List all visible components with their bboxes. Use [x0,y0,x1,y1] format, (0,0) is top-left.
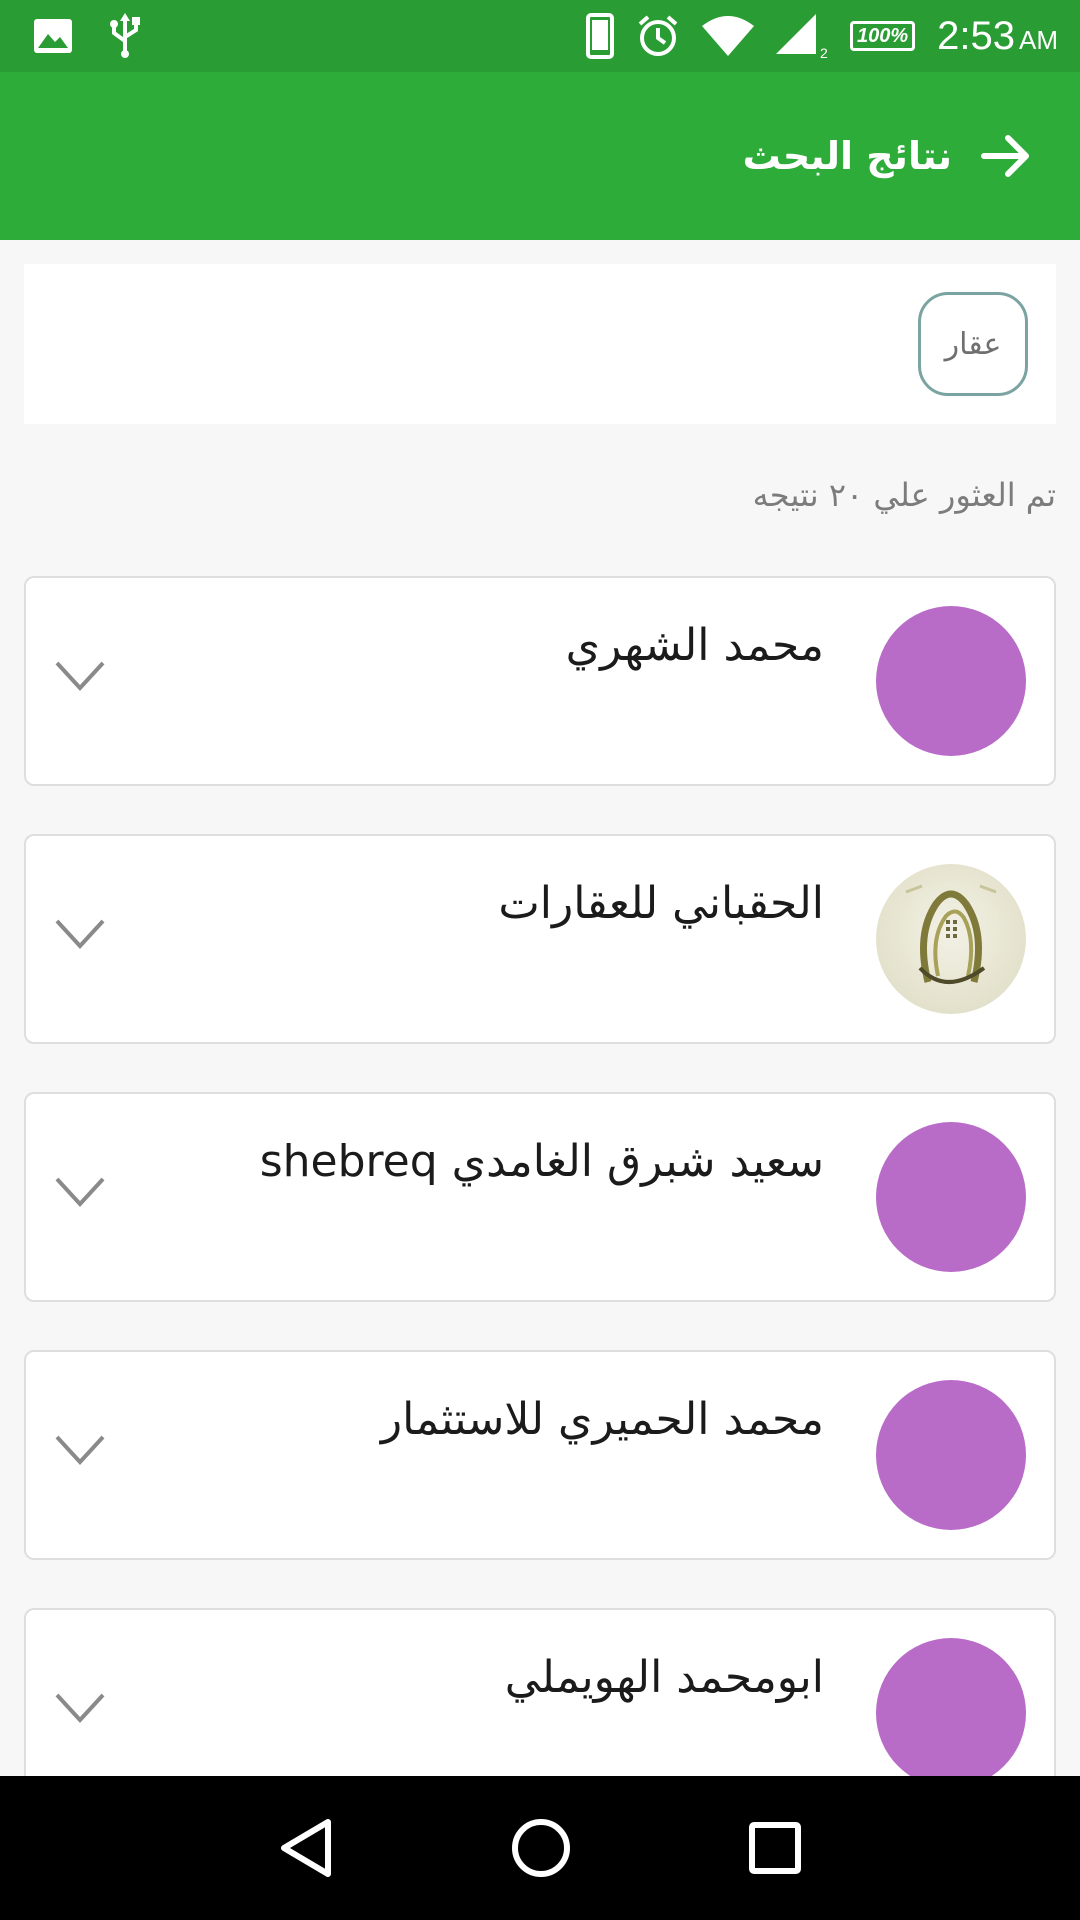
result-card[interactable]: محمد الحميري للاستثمار [24,1350,1056,1560]
chevron-down-icon[interactable] [54,1176,106,1208]
usb-icon [108,13,142,59]
chevron-down-icon[interactable] [54,1434,106,1466]
filter-chip[interactable]: عقار [918,292,1028,396]
phone-icon [585,13,614,59]
system-nav-bar [0,1776,1080,1920]
avatar [876,1380,1026,1530]
avatar [876,606,1026,756]
result-name: الحقباني للعقارات [498,878,824,929]
home-circle-icon[interactable] [511,1818,571,1878]
result-card[interactable]: محمد الشهري [24,576,1056,786]
svg-text:2: 2 [820,45,828,58]
recents-square-icon[interactable] [748,1821,802,1875]
page-title: نتائج البحث [742,134,952,178]
avatar [876,1122,1026,1272]
clock: 2:53 AM [937,13,1058,58]
chevron-down-icon[interactable] [54,660,106,692]
chevron-down-icon[interactable] [54,1692,106,1724]
back-triangle-icon[interactable] [278,1818,334,1878]
result-name: محمد الشهري [565,620,824,671]
company-logo [876,864,1026,1014]
image-icon [34,19,72,53]
wifi-icon [701,16,754,56]
result-name: ابومحمد الهويملي [504,1652,824,1703]
signal-icon: 2 [775,14,828,58]
app-bar: نتائج البحث [0,72,1080,240]
result-card[interactable]: الحقباني للعقارات [24,834,1056,1044]
status-bar: 2 100% 2:53 AM [0,0,1080,72]
chevron-down-icon[interactable] [54,918,106,950]
result-card[interactable]: سعيد شبرق الغامدي shebreq [24,1092,1056,1302]
results-count: تم العثور علي ٢٠ نتيجه [752,476,1056,514]
result-name: سعيد شبرق الغامدي shebreq [259,1136,824,1187]
result-name: محمد الحميري للاستثمار [380,1394,824,1445]
filter-panel: عقار [24,264,1056,424]
alarm-icon [636,14,680,58]
battery-indicator: 100% [849,21,916,51]
avatar [876,1638,1026,1788]
arrow-right-icon [981,135,1029,177]
back-button[interactable] [980,132,1032,180]
